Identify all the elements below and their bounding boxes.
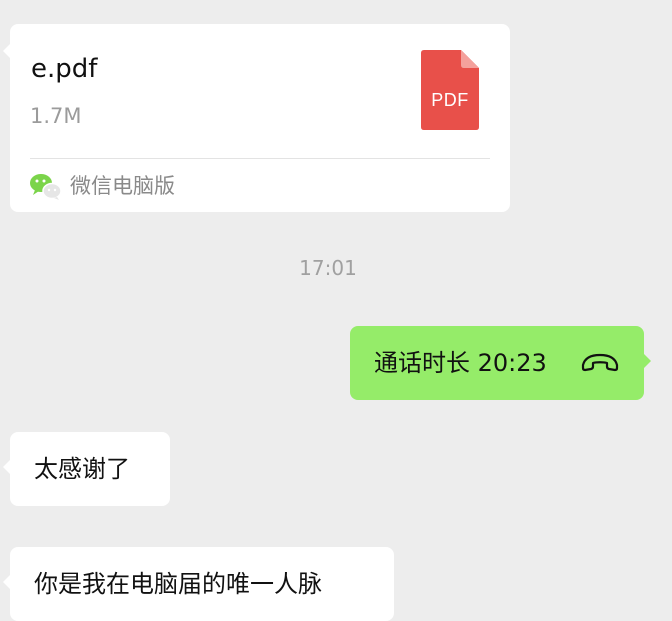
call-duration-text: 通话时长 20:23 bbox=[374, 349, 547, 377]
incoming-message-bubble[interactable]: 你是我在电脑届的唯一人脉 bbox=[3, 547, 394, 621]
file-message-card[interactable]: e.pdf 1.7M PDF 微信电脑版 bbox=[3, 24, 510, 212]
phone-hangup-icon bbox=[580, 351, 620, 373]
call-duration-bubble[interactable]: 通话时长 20:23 bbox=[350, 326, 651, 400]
bubble-tail bbox=[3, 43, 11, 59]
pdf-file-icon: PDF bbox=[421, 50, 479, 130]
incoming-message-bubble[interactable]: 太感谢了 bbox=[3, 432, 170, 506]
source-label: 微信电脑版 bbox=[70, 174, 175, 198]
file-size: 1.7M bbox=[30, 104, 82, 128]
pdf-type-label: PDF bbox=[431, 90, 469, 110]
chat-timestamp: 17:01 bbox=[299, 256, 357, 280]
card-divider bbox=[30, 158, 490, 159]
bubble-tail bbox=[3, 459, 11, 475]
bubble-tail bbox=[643, 353, 651, 369]
message-text: 你是我在电脑届的唯一人脉 bbox=[34, 570, 322, 598]
bubble-tail bbox=[3, 574, 11, 590]
file-name: e.pdf bbox=[31, 54, 98, 84]
wechat-icon bbox=[29, 172, 63, 200]
message-text: 太感谢了 bbox=[34, 455, 130, 483]
